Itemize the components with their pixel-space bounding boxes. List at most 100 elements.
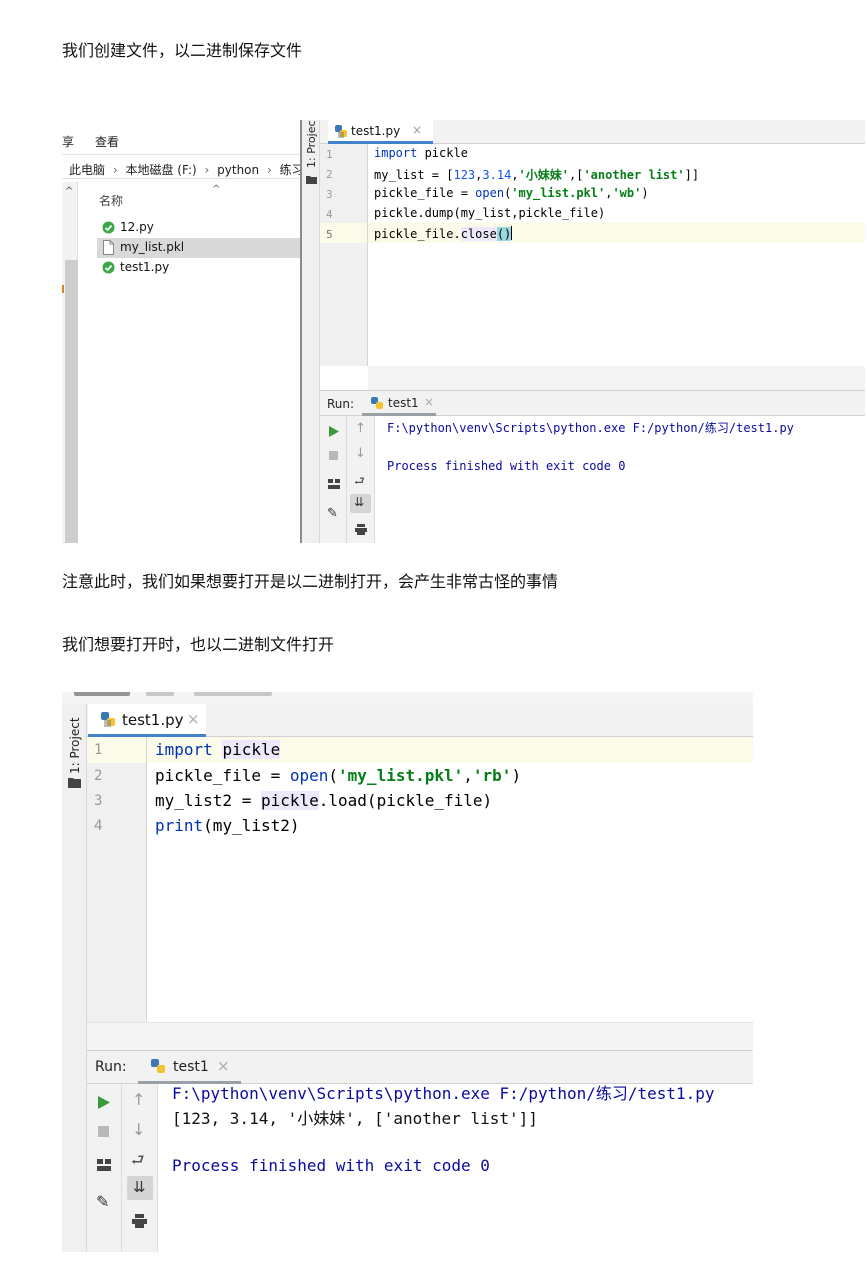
soft-wrap-icon[interactable]: ⮐: [131, 1150, 145, 1175]
print-icon[interactable]: [132, 1214, 147, 1228]
code-line-1[interactable]: import pickle: [374, 146, 468, 160]
arrow-up-icon[interactable]: ↑: [132, 1090, 145, 1109]
code-line-3[interactable]: my_list2 = pickle.load(pickle_file): [155, 791, 492, 810]
line-number: 4: [326, 208, 333, 221]
run-toolbar-left: ✎: [320, 416, 347, 543]
console-output-line: F:\python\venv\Scripts\python.exe F:/pyt…: [172, 1084, 715, 1103]
run-toolbar-right: ↑ ↓ ⮐ ⇊: [122, 1084, 158, 1252]
file-row-selected[interactable]: my_list.pkl: [97, 238, 300, 258]
line-number: 4: [94, 818, 103, 834]
soft-wrap-icon[interactable]: ⮐: [354, 472, 365, 493]
python-file-icon: [102, 261, 115, 274]
line-number: 1: [326, 148, 333, 161]
print-icon[interactable]: [355, 524, 367, 535]
code-line-2[interactable]: my_list = [123,3.14,'小妹妹',['another list…: [374, 166, 699, 183]
run-label: Run:: [327, 397, 355, 411]
file-row[interactable]: test1.py: [97, 258, 300, 278]
run-toolbar-left: ✎: [87, 1084, 122, 1252]
ribbon-view-tab[interactable]: 查看: [95, 133, 119, 150]
scroll-to-end-button[interactable]: ⇊: [127, 1176, 153, 1200]
layout-icon[interactable]: [328, 479, 340, 489]
code-line-3[interactable]: pickle_file = open('my_list.pkl','wb'): [374, 186, 649, 200]
layout-icon[interactable]: [97, 1159, 111, 1171]
line-number-gutter: 1 2 3 4 5: [320, 144, 368, 366]
line-number: 2: [326, 168, 333, 181]
file-name: 12.py: [120, 220, 154, 234]
pin-icon[interactable]: ✎: [96, 1192, 109, 1211]
close-tab-icon[interactable]: ×: [412, 123, 422, 137]
folder-icon[interactable]: [306, 175, 317, 184]
screenshot-load-pickle: 1: Project test1.py × 1 2 3 4 import pic…: [62, 692, 753, 1252]
scroll-to-end-button[interactable]: ⇊: [350, 494, 371, 513]
console-output-line: F:\python\venv\Scripts\python.exe F:/pyt…: [387, 421, 794, 435]
breadcrumb-sep-icon: ›: [112, 163, 118, 177]
close-run-tab-icon[interactable]: ×: [217, 1057, 230, 1075]
arrow-up-icon[interactable]: ↑: [355, 421, 366, 436]
project-tool-strip: 1: Project: [62, 704, 87, 1252]
line-number: 3: [326, 188, 333, 201]
code-line-4[interactable]: print(my_list2): [155, 816, 300, 835]
close-tab-icon[interactable]: ×: [187, 710, 200, 728]
tab-test1-py[interactable]: test1.py ×: [328, 120, 433, 144]
code-line-5[interactable]: pickle_file.close(): [374, 226, 513, 241]
run-label: Run:: [95, 1059, 127, 1075]
line-number: 2: [94, 768, 103, 784]
run-toolbar-right: ↑ ↓ ⮐ ⇊: [347, 416, 375, 543]
code-line-4[interactable]: pickle.dump(my_list,pickle_file): [374, 206, 605, 220]
breadcrumb: 此电脑 › 本地磁盘 (F:) › python › 练习: [69, 161, 304, 178]
console-output-line: [123, 3.14, '小妹妹', ['another list']]: [172, 1109, 538, 1128]
pin-icon[interactable]: ✎: [327, 506, 338, 521]
line-number: 3: [94, 793, 103, 809]
run-panel-body: ✎ ↑ ↓ ⮐ ⇊ F:\python\venv\Scripts\python.…: [87, 1084, 753, 1252]
scroll-end-icon: ⇊: [354, 495, 365, 509]
tab-label: test1.py: [351, 124, 401, 138]
tab-label: test1.py: [122, 711, 184, 729]
rerun-play-icon[interactable]: [98, 1096, 110, 1109]
close-run-tab-icon[interactable]: ×: [424, 395, 434, 409]
intro-paragraph: 我们创建文件，以二进制保存文件: [62, 41, 303, 60]
breadcrumb-python[interactable]: python: [217, 163, 259, 177]
line-number: 5: [326, 228, 333, 241]
breadcrumb-sep-icon: ›: [266, 163, 272, 177]
ribbon-share-tab[interactable]: 享: [62, 133, 74, 150]
run-tab-label: test1: [173, 1059, 209, 1075]
scroll-end-icon: ⇊: [133, 1178, 146, 1196]
tab-test1-py[interactable]: test1.py ×: [88, 704, 206, 737]
arrow-down-icon[interactable]: ↓: [132, 1120, 145, 1139]
python-file-icon: [102, 221, 115, 234]
rerun-play-icon[interactable]: [329, 426, 339, 437]
run-tab-test1[interactable]: test1 ×: [362, 391, 436, 416]
python-logo-icon: [335, 125, 347, 138]
file-name: test1.py: [120, 260, 170, 274]
sort-chevron-icon: ^: [212, 184, 221, 195]
folder-icon[interactable]: [68, 777, 81, 788]
code-line-1[interactable]: import pickle: [155, 740, 281, 759]
note-paragraph: 注意此时，我们如果想要打开是以二进制打开，会产生非常古怪的事情: [62, 572, 559, 591]
project-tool-strip: 1: Project: [302, 120, 320, 543]
breadcrumb-this-pc[interactable]: 此电脑: [69, 163, 105, 177]
open-paragraph: 我们想要打开时，也以二进制文件打开: [62, 635, 335, 654]
editor-tab-bar: test1.py ×: [320, 120, 865, 144]
run-panel-header: Run: test1 ×: [87, 1050, 753, 1084]
run-panel-body: ✎ ↑ ↓ ⮐ ⇊ F:\python\venv\Scripts\python.…: [320, 416, 865, 543]
column-header-name[interactable]: 名称: [99, 192, 123, 209]
line-number: 1: [94, 742, 103, 758]
screenshot-save-pickle: 享 查看 此电脑 › 本地磁盘 (F:) › python › 练习 ^ 名称 …: [62, 120, 865, 543]
editor-tab-bar: test1.py ×: [87, 704, 753, 737]
project-tool-button[interactable]: 1: Project: [305, 120, 318, 168]
stop-icon[interactable]: [329, 451, 338, 460]
file-name: my_list.pkl: [120, 240, 185, 254]
breadcrumb-drive[interactable]: 本地磁盘 (F:): [125, 163, 196, 177]
file-explorer: 享 查看 此电脑 › 本地磁盘 (F:) › python › 练习 ^ 名称 …: [62, 120, 304, 543]
breadcrumb-sep-icon: ›: [204, 163, 210, 177]
project-tool-button[interactable]: 1: Project: [68, 717, 82, 774]
file-row[interactable]: 12.py: [97, 218, 300, 238]
console-output-line: Process finished with exit code 0: [387, 459, 626, 473]
stop-icon[interactable]: [98, 1126, 109, 1137]
scroll-up-icon[interactable]: ^: [65, 186, 73, 197]
code-line-2[interactable]: pickle_file = open('my_list.pkl','rb'): [155, 766, 521, 785]
python-logo-icon: [101, 712, 115, 727]
arrow-down-icon[interactable]: ↓: [355, 446, 366, 461]
nav-scrollbar[interactable]: [65, 260, 78, 543]
python-logo-icon: [151, 1059, 165, 1073]
